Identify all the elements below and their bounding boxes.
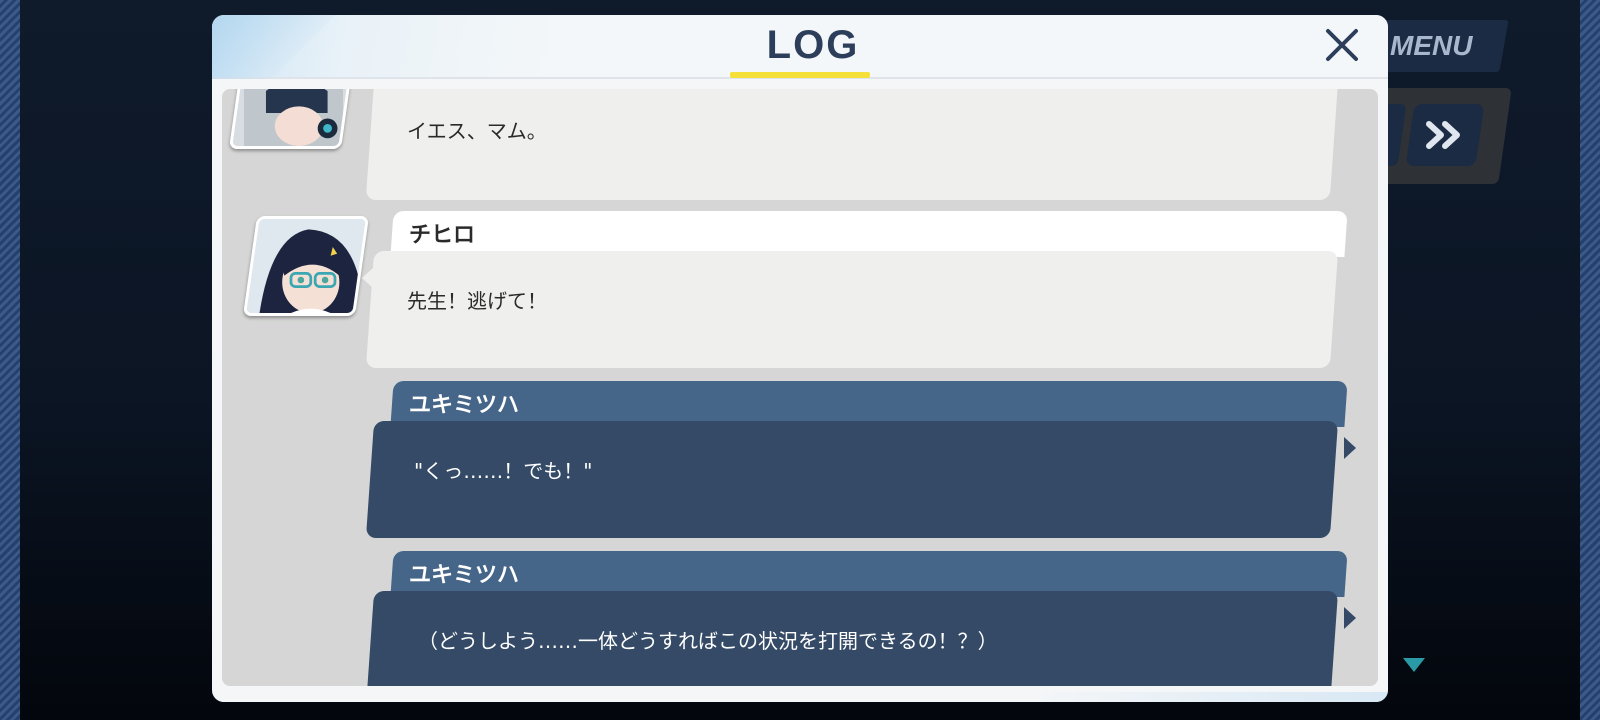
log-panel: LOG イエス、マム。 チヒロ 先生！逃げて！ ユキミツハ "くっ……！でも！"…: [212, 15, 1388, 702]
fast-forward-icon: [1426, 121, 1460, 149]
close-icon: [1326, 29, 1358, 61]
fast-forward-button[interactable]: [1405, 104, 1485, 166]
panel-bottom-edge: [212, 692, 1388, 702]
header-decoration: [212, 15, 352, 79]
title-underline: [730, 72, 870, 78]
menu-button[interactable]: MENU: [1367, 20, 1509, 72]
message-text: 先生！逃げて！: [407, 289, 547, 313]
speaker-name: ユキミツハ: [409, 563, 520, 588]
log-header: LOG: [212, 15, 1388, 79]
avatar-visor-girl: [228, 89, 356, 149]
message-bubble: [365, 89, 1339, 200]
left-edge-stripe: [0, 0, 20, 720]
bubble-pointer: [1344, 437, 1356, 459]
bubble-pointer: [362, 267, 374, 289]
avatar-chihiro: [242, 216, 370, 316]
speaker-name: チヒロ: [409, 223, 476, 248]
log-title: LOG: [766, 23, 860, 67]
triangle-down-icon[interactable]: [1403, 658, 1425, 672]
close-button[interactable]: [1322, 25, 1362, 65]
right-edge-stripe: [1580, 0, 1600, 720]
message-text: イエス、マム。: [407, 119, 547, 143]
speaker-name: ユキミツハ: [409, 393, 520, 418]
message-text: "くっ……！でも！": [414, 459, 593, 483]
menu-button-label: MENU: [1390, 30, 1473, 61]
message-text: （どうしよう……一体どうすればこの状況を打開できるの！？）: [418, 629, 998, 653]
bubble-pointer: [1344, 607, 1356, 629]
log-message-list[interactable]: イエス、マム。 チヒロ 先生！逃げて！ ユキミツハ "くっ……！でも！" ユキミ…: [222, 89, 1378, 686]
